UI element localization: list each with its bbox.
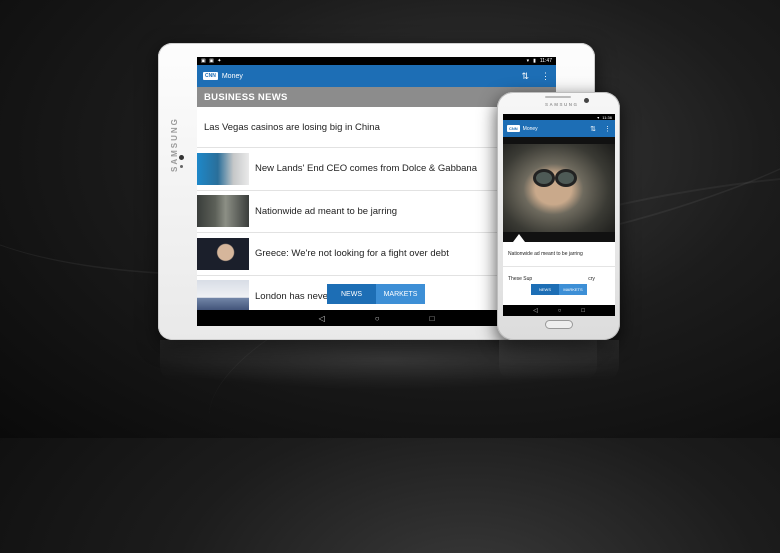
- article-headline-start: These Sup: [508, 276, 533, 282]
- article-headline: Las Vegas casinos are losing big in Chin…: [204, 121, 380, 133]
- article-headline[interactable]: Nationwide ad meant to be jarring: [503, 242, 615, 267]
- status-time: 11:36: [602, 114, 612, 120]
- home-icon[interactable]: ○: [375, 314, 380, 323]
- app-logo: CNN: [203, 72, 218, 80]
- video-letterbox: [503, 137, 615, 144]
- article-headline: Nationwide ad meant to be jarring: [255, 205, 398, 217]
- tab-markets[interactable]: MARKETS: [559, 284, 587, 295]
- wifi-icon: ▾: [526, 58, 530, 64]
- sort-arrows-icon[interactable]: ⇅: [590, 125, 596, 133]
- app-title: Money: [221, 72, 243, 80]
- tab-bar: NEWS MARKETS: [531, 284, 587, 295]
- status-time: 11:47: [539, 58, 552, 64]
- status-bar: ▣ ▣ ✦ ▾ ▮ 11:47: [197, 57, 556, 65]
- home-icon[interactable]: ○: [558, 308, 562, 314]
- tab-news[interactable]: NEWS: [531, 284, 559, 295]
- tablet-sensor: [180, 165, 183, 168]
- phone-brand-logo: SAMSUNG: [545, 102, 579, 107]
- tablet-brand-logo: SAMSUNG: [170, 117, 179, 172]
- app-logo: CNN: [507, 125, 520, 132]
- app-title: Money: [522, 125, 538, 132]
- goggle-left: [533, 169, 555, 187]
- recent-apps-icon[interactable]: □: [430, 314, 435, 323]
- tab-bar: NEWS MARKETS: [327, 284, 425, 304]
- overflow-menu-icon[interactable]: ⋮: [541, 71, 550, 82]
- article-thumbnail: [197, 195, 249, 228]
- back-icon[interactable]: ◁: [319, 314, 325, 323]
- overflow-menu-icon[interactable]: ⋮: [604, 125, 611, 133]
- wifi-icon: ▾: [597, 114, 600, 120]
- recent-apps-icon[interactable]: □: [581, 308, 585, 314]
- goggle-right: [555, 169, 577, 187]
- nav-bar: ◁ ○ □: [503, 305, 615, 316]
- phone-reflection: [499, 340, 619, 380]
- article-headline-end: cry: [588, 276, 595, 282]
- article-headline: New Lands' End CEO comes from Dolce & Ga…: [255, 163, 478, 175]
- video-player[interactable]: [503, 137, 615, 232]
- article-headline: Greece: We're not looking for a fight ov…: [255, 248, 449, 260]
- phone-screen: ▾ 11:36 CNN Money ⇅ ⋮ Nationwide ad mean…: [503, 114, 615, 316]
- app-bar: CNN Money ⇅ ⋮: [197, 65, 556, 87]
- tablet-camera: [179, 155, 184, 160]
- notification-icons: ▣ ▣ ✦: [201, 58, 223, 64]
- sort-arrows-icon[interactable]: ⇅: [521, 71, 529, 82]
- battery-icon: ▮: [533, 58, 536, 64]
- phone-camera: [584, 98, 589, 103]
- phone-speaker: [545, 96, 571, 98]
- tab-markets[interactable]: MARKETS: [376, 284, 425, 304]
- article-thumbnail: [197, 237, 249, 270]
- article-thumbnail: [197, 152, 249, 185]
- tab-news[interactable]: NEWS: [327, 284, 376, 304]
- article-thumbnail: [197, 280, 249, 313]
- video-caption-strip: [503, 232, 615, 242]
- phone-home-button[interactable]: [545, 320, 573, 329]
- app-bar: CNN Money ⇅ ⋮: [503, 120, 615, 137]
- back-icon[interactable]: ◁: [533, 307, 538, 314]
